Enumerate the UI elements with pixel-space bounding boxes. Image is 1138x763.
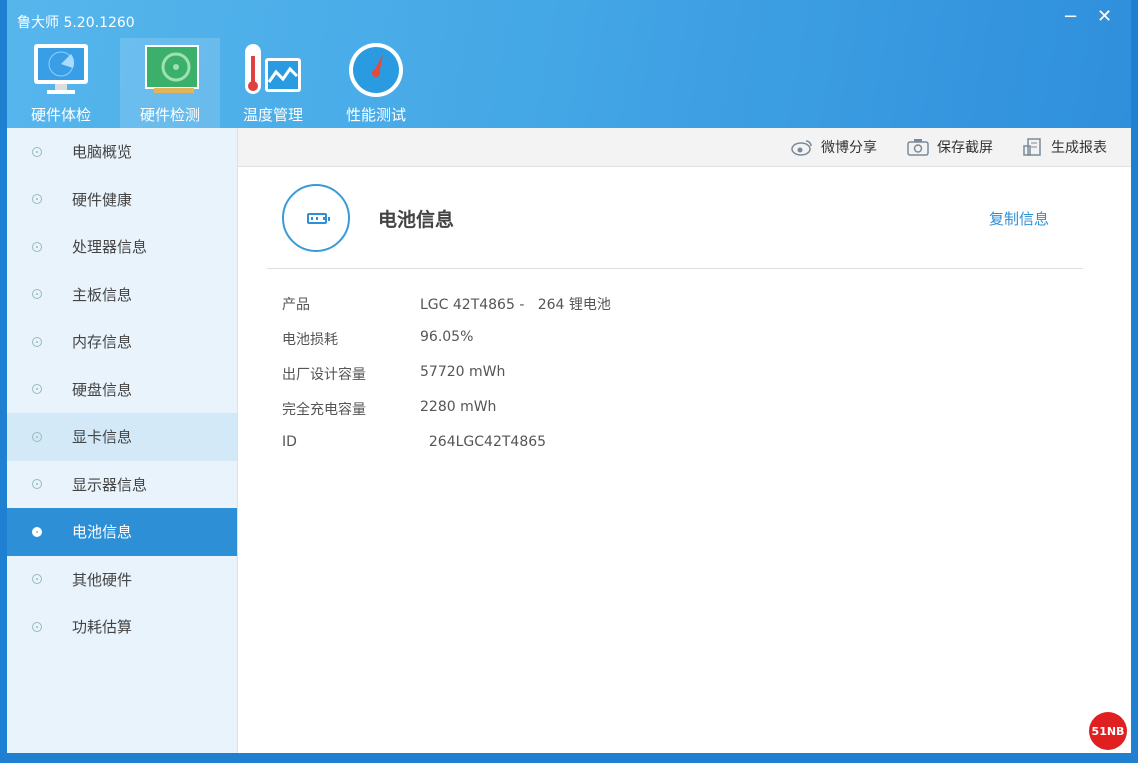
info-value: 264LGC42T4865: [420, 434, 547, 450]
weibo-icon: [791, 140, 812, 156]
info-key: 电池损耗: [282, 332, 338, 348]
sidebar-item-label: 硬盘信息: [72, 380, 133, 399]
bullet-icon: [32, 621, 42, 632]
bullet-icon: [32, 574, 42, 585]
weibo-share-label: 微博分享: [821, 140, 877, 156]
sidebar-item-disk[interactable]: 硬盘信息: [7, 366, 237, 414]
bullet-icon: [32, 431, 42, 442]
save-screenshot-button[interactable]: 保存截屏: [907, 137, 993, 157]
sidebar-item-label: 主板信息: [72, 285, 133, 304]
speedometer-icon: [349, 43, 403, 97]
section-title: 电池信息: [378, 209, 455, 231]
sidebar-item-cpu[interactable]: 处理器信息: [7, 223, 237, 271]
sidebar-item-other[interactable]: 其他硬件: [7, 556, 237, 604]
sidebar-item-label: 硬件健康: [72, 190, 133, 209]
info-row: ID 264LGC42T4865: [282, 434, 611, 469]
tab-hardware-detect[interactable]: 硬件检测: [120, 38, 220, 128]
save-screenshot-label: 保存截屏: [937, 140, 993, 156]
info-key: 产品: [282, 297, 310, 313]
bullet-icon: [32, 194, 42, 205]
info-value: 2280 mWh: [420, 399, 497, 415]
tab-label: 硬件体检: [30, 106, 91, 124]
app-window: 鲁大师 5.20.1260 − ✕ 硬件体检 硬件检测 温度管理 性能测试 电脑…: [7, 0, 1131, 753]
sidebar-item-label: 显卡信息: [72, 428, 133, 447]
info-row: 出厂设计容量 57720 mWh: [282, 364, 611, 399]
toolbar: 微博分享 保存截屏 生成报表: [238, 128, 1131, 167]
thermometer-icon: [245, 44, 301, 94]
sidebar: 电脑概览 硬件健康 处理器信息 主板信息 内存信息 硬盘信息 显卡信息 显示器信…: [7, 128, 238, 753]
monitor-icon: [34, 44, 88, 94]
bullet-icon: [32, 479, 42, 490]
bullet-icon: [32, 336, 42, 347]
info-row: 产品 LGC 42T4865 - 264 锂电池: [282, 294, 611, 329]
sidebar-item-health[interactable]: 硬件健康: [7, 176, 237, 224]
header: 鲁大师 5.20.1260 − ✕ 硬件体检 硬件检测 温度管理 性能测试: [7, 0, 1131, 128]
info-value: 96.05%: [420, 329, 474, 345]
sidebar-item-label: 内存信息: [72, 333, 133, 352]
sidebar-item-display[interactable]: 显示器信息: [7, 461, 237, 509]
sidebar-item-label: 电脑概览: [72, 143, 133, 162]
tab-hardware-checkup[interactable]: 硬件体检: [11, 38, 111, 128]
graphics-card-icon: [145, 45, 199, 93]
sidebar-item-label: 显示器信息: [72, 475, 148, 494]
info-table: 产品 LGC 42T4865 - 264 锂电池 电池损耗 96.05% 出厂设计容…: [282, 294, 611, 469]
info-key: 完全充电容量: [282, 402, 366, 418]
app-title: 鲁大师 5.20.1260: [17, 15, 135, 31]
sidebar-item-label: 其他硬件: [72, 570, 133, 589]
bullet-icon: [32, 241, 42, 252]
info-row: 完全充电容量 2280 mWh: [282, 399, 611, 434]
bullet-icon: [32, 289, 42, 300]
bullet-icon: [32, 146, 42, 157]
bullet-icon: [32, 526, 42, 537]
weibo-share-button[interactable]: 微博分享: [791, 137, 877, 157]
info-row: 电池损耗 96.05%: [282, 329, 611, 364]
sidebar-item-label: 处理器信息: [72, 238, 148, 257]
sidebar-item-memory[interactable]: 内存信息: [7, 318, 237, 366]
battery-icon: [282, 184, 350, 252]
generate-report-button[interactable]: 生成报表: [1023, 137, 1107, 157]
tab-temperature[interactable]: 温度管理: [223, 38, 323, 128]
tab-label: 性能测试: [345, 106, 406, 124]
info-key: 出厂设计容量: [282, 367, 366, 383]
sidebar-item-power[interactable]: 功耗估算: [7, 603, 237, 651]
report-icon: [1023, 138, 1041, 156]
minimize-button[interactable]: −: [1063, 6, 1078, 27]
copy-info-link[interactable]: 复制信息: [989, 208, 1049, 229]
generate-report-label: 生成报表: [1051, 140, 1107, 156]
camera-icon: [907, 139, 929, 156]
close-button[interactable]: ✕: [1097, 6, 1112, 27]
sidebar-item-battery[interactable]: 电池信息: [7, 508, 237, 556]
tab-performance[interactable]: 性能测试: [326, 38, 426, 128]
watermark-logo: 51NB: [1089, 712, 1127, 750]
sidebar-item-label: 电池信息: [72, 523, 133, 542]
info-value: LGC 42T4865 - 264 锂电池: [420, 297, 611, 313]
tab-label: 温度管理: [242, 106, 303, 124]
tab-label: 硬件检测: [139, 106, 200, 124]
sidebar-item-gpu[interactable]: 显卡信息: [7, 413, 237, 461]
divider: [267, 268, 1083, 269]
sidebar-item-overview[interactable]: 电脑概览: [7, 128, 237, 176]
bullet-icon: [32, 384, 42, 395]
info-value: 57720 mWh: [420, 364, 506, 380]
sidebar-item-motherboard[interactable]: 主板信息: [7, 271, 237, 319]
info-key: ID: [282, 434, 297, 450]
sidebar-item-label: 功耗估算: [72, 618, 133, 637]
